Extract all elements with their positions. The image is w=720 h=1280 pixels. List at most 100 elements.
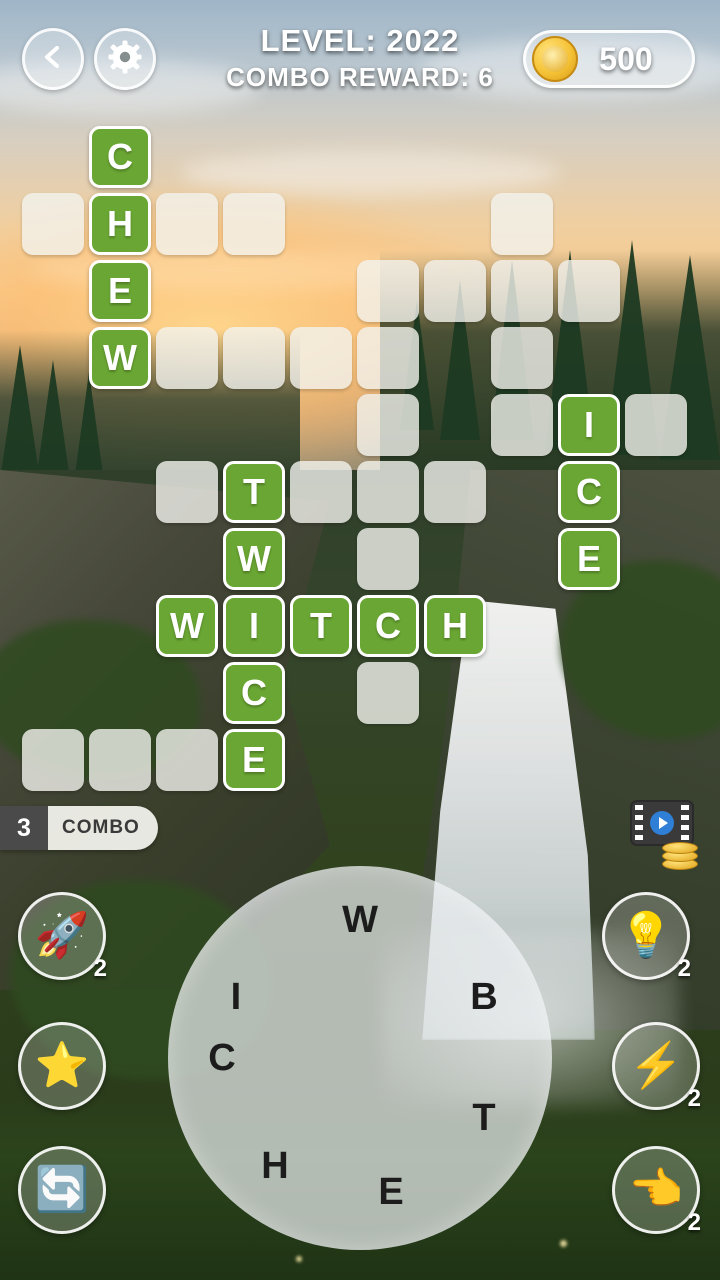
crossword-cell-filled: C <box>89 126 151 188</box>
powerup-tap[interactable]: 👈 2 <box>612 1146 701 1236</box>
crossword-cell-filled: W <box>156 595 218 657</box>
level-label: LEVEL: 2022 <box>260 23 460 58</box>
light-speck <box>296 1256 302 1262</box>
top-bar: LEVEL: 2022 COMBO REWARD: 6 500 <box>0 0 720 110</box>
wheel-letter[interactable]: T <box>454 1088 514 1148</box>
wheel-letter[interactable]: I <box>206 968 266 1028</box>
wheel-letter[interactable]: C <box>192 1028 252 1088</box>
crossword-letter: E <box>107 270 132 311</box>
crossword-cell-filled: E <box>89 260 151 322</box>
crossword-cell-empty <box>156 461 218 523</box>
crossword-cell-empty <box>491 260 553 322</box>
crossword-cell-empty <box>491 193 553 255</box>
level-info: LEVEL: 2022 COMBO REWARD: 6 <box>180 22 540 94</box>
combo-reward-label: COMBO REWARD: 6 <box>226 62 494 92</box>
crossword-cell-filled: I <box>558 394 620 456</box>
crossword-letter: C <box>107 136 133 177</box>
crossword-board: CHEWITCWEWITCHCE <box>0 118 720 798</box>
combo-badge-label: COMBO <box>62 817 140 838</box>
crossword-cell-empty <box>22 729 84 791</box>
crossword-cell-filled: W <box>223 528 285 590</box>
crossword-letter: C <box>576 471 602 512</box>
crossword-letter: C <box>375 605 401 646</box>
crossword-letter: T <box>310 605 332 646</box>
chevron-left-icon <box>40 44 66 75</box>
wheel-letter[interactable]: B <box>454 968 514 1028</box>
light-speck <box>560 1240 567 1247</box>
powerup-rocket-count: 2 <box>93 955 107 982</box>
crossword-cell-empty <box>491 327 553 389</box>
powerup-star[interactable]: ⭐ <box>18 1022 106 1110</box>
coin-balance[interactable]: 500 <box>523 30 695 88</box>
powerup-hint[interactable]: 💡 2 <box>602 892 691 982</box>
game-screen: LEVEL: 2022 COMBO REWARD: 6 500 CHEWITCW… <box>0 0 720 1280</box>
crossword-cell-empty <box>625 394 687 456</box>
rocket-icon: 🚀 <box>34 911 90 960</box>
crossword-cell-filled: C <box>357 595 419 657</box>
powerup-rocket[interactable]: 🚀 2 <box>18 892 107 982</box>
crossword-cell-empty <box>290 461 352 523</box>
powerup-tap-count: 2 <box>687 1209 701 1236</box>
gear-icon <box>108 40 142 79</box>
crossword-cell-empty <box>491 394 553 456</box>
coin-stack-icon <box>658 840 702 870</box>
crossword-cell-filled: H <box>89 193 151 255</box>
combo-badge: 3 COMBO <box>0 806 158 850</box>
crossword-letter: E <box>241 739 266 780</box>
crossword-cell-empty <box>424 461 486 523</box>
crossword-cell-filled: E <box>223 729 285 791</box>
letter-wheel[interactable]: W BTEHCI <box>168 866 552 1250</box>
crossword-letter: H <box>442 605 468 646</box>
crossword-cell-filled: H <box>424 595 486 657</box>
crossword-letter: W <box>237 538 271 579</box>
crossword-cell-empty <box>223 327 285 389</box>
crossword-cell-empty <box>424 260 486 322</box>
combo-count: 3 <box>0 806 48 850</box>
crossword-cell-filled: T <box>223 461 285 523</box>
lightbulb-icon: 💡 <box>618 911 674 960</box>
powerup-shuffle[interactable]: 🔄 <box>18 1146 106 1234</box>
crossword-letter: I <box>248 605 259 646</box>
crossword-letter: W <box>103 337 137 378</box>
crossword-letter: E <box>576 538 601 579</box>
crossword-cell-empty <box>357 461 419 523</box>
crossword-cell-empty <box>357 662 419 724</box>
crossword-cell-filled: C <box>558 461 620 523</box>
settings-button[interactable] <box>94 28 156 90</box>
crossword-cell-empty <box>357 528 419 590</box>
powerup-bolt[interactable]: ⚡ 2 <box>612 1022 701 1112</box>
crossword-letter: I <box>583 404 594 445</box>
shuffle-icon: 🔄 <box>34 1165 90 1214</box>
crossword-cell-empty <box>290 327 352 389</box>
crossword-letter: W <box>170 605 204 646</box>
wheel-letter[interactable]: E <box>361 1162 421 1222</box>
crossword-letter: C <box>241 672 267 713</box>
crossword-cell-empty <box>22 193 84 255</box>
crossword-cell-empty <box>357 260 419 322</box>
crossword-cell-empty <box>558 260 620 322</box>
crossword-cell-empty <box>223 193 285 255</box>
crossword-cell-empty <box>156 729 218 791</box>
watch-video-for-coins-button[interactable] <box>624 800 702 870</box>
crossword-cell-empty <box>357 394 419 456</box>
crossword-letter: H <box>107 203 133 244</box>
crossword-cell-filled: I <box>223 595 285 657</box>
star-icon: ⭐ <box>34 1041 90 1090</box>
crossword-cell-empty <box>156 327 218 389</box>
coin-amount: 500 <box>599 40 653 77</box>
crossword-cell-filled: T <box>290 595 352 657</box>
crossword-cell-filled: E <box>558 528 620 590</box>
powerup-bolt-count: 2 <box>687 1085 701 1112</box>
lightning-icon: ⚡ <box>628 1041 684 1090</box>
wheel-letter[interactable]: H <box>245 1137 305 1197</box>
crossword-cell-empty <box>357 327 419 389</box>
hand-tap-icon: 👈 <box>628 1165 684 1214</box>
crossword-cell-empty <box>156 193 218 255</box>
powerup-hint-count: 2 <box>677 955 691 982</box>
back-button[interactable] <box>22 28 84 90</box>
crossword-cell-empty <box>89 729 151 791</box>
crossword-cell-filled: C <box>223 662 285 724</box>
wheel-letter[interactable]: W <box>330 890 390 950</box>
coin-icon <box>532 36 578 82</box>
crossword-letter: T <box>243 471 265 512</box>
